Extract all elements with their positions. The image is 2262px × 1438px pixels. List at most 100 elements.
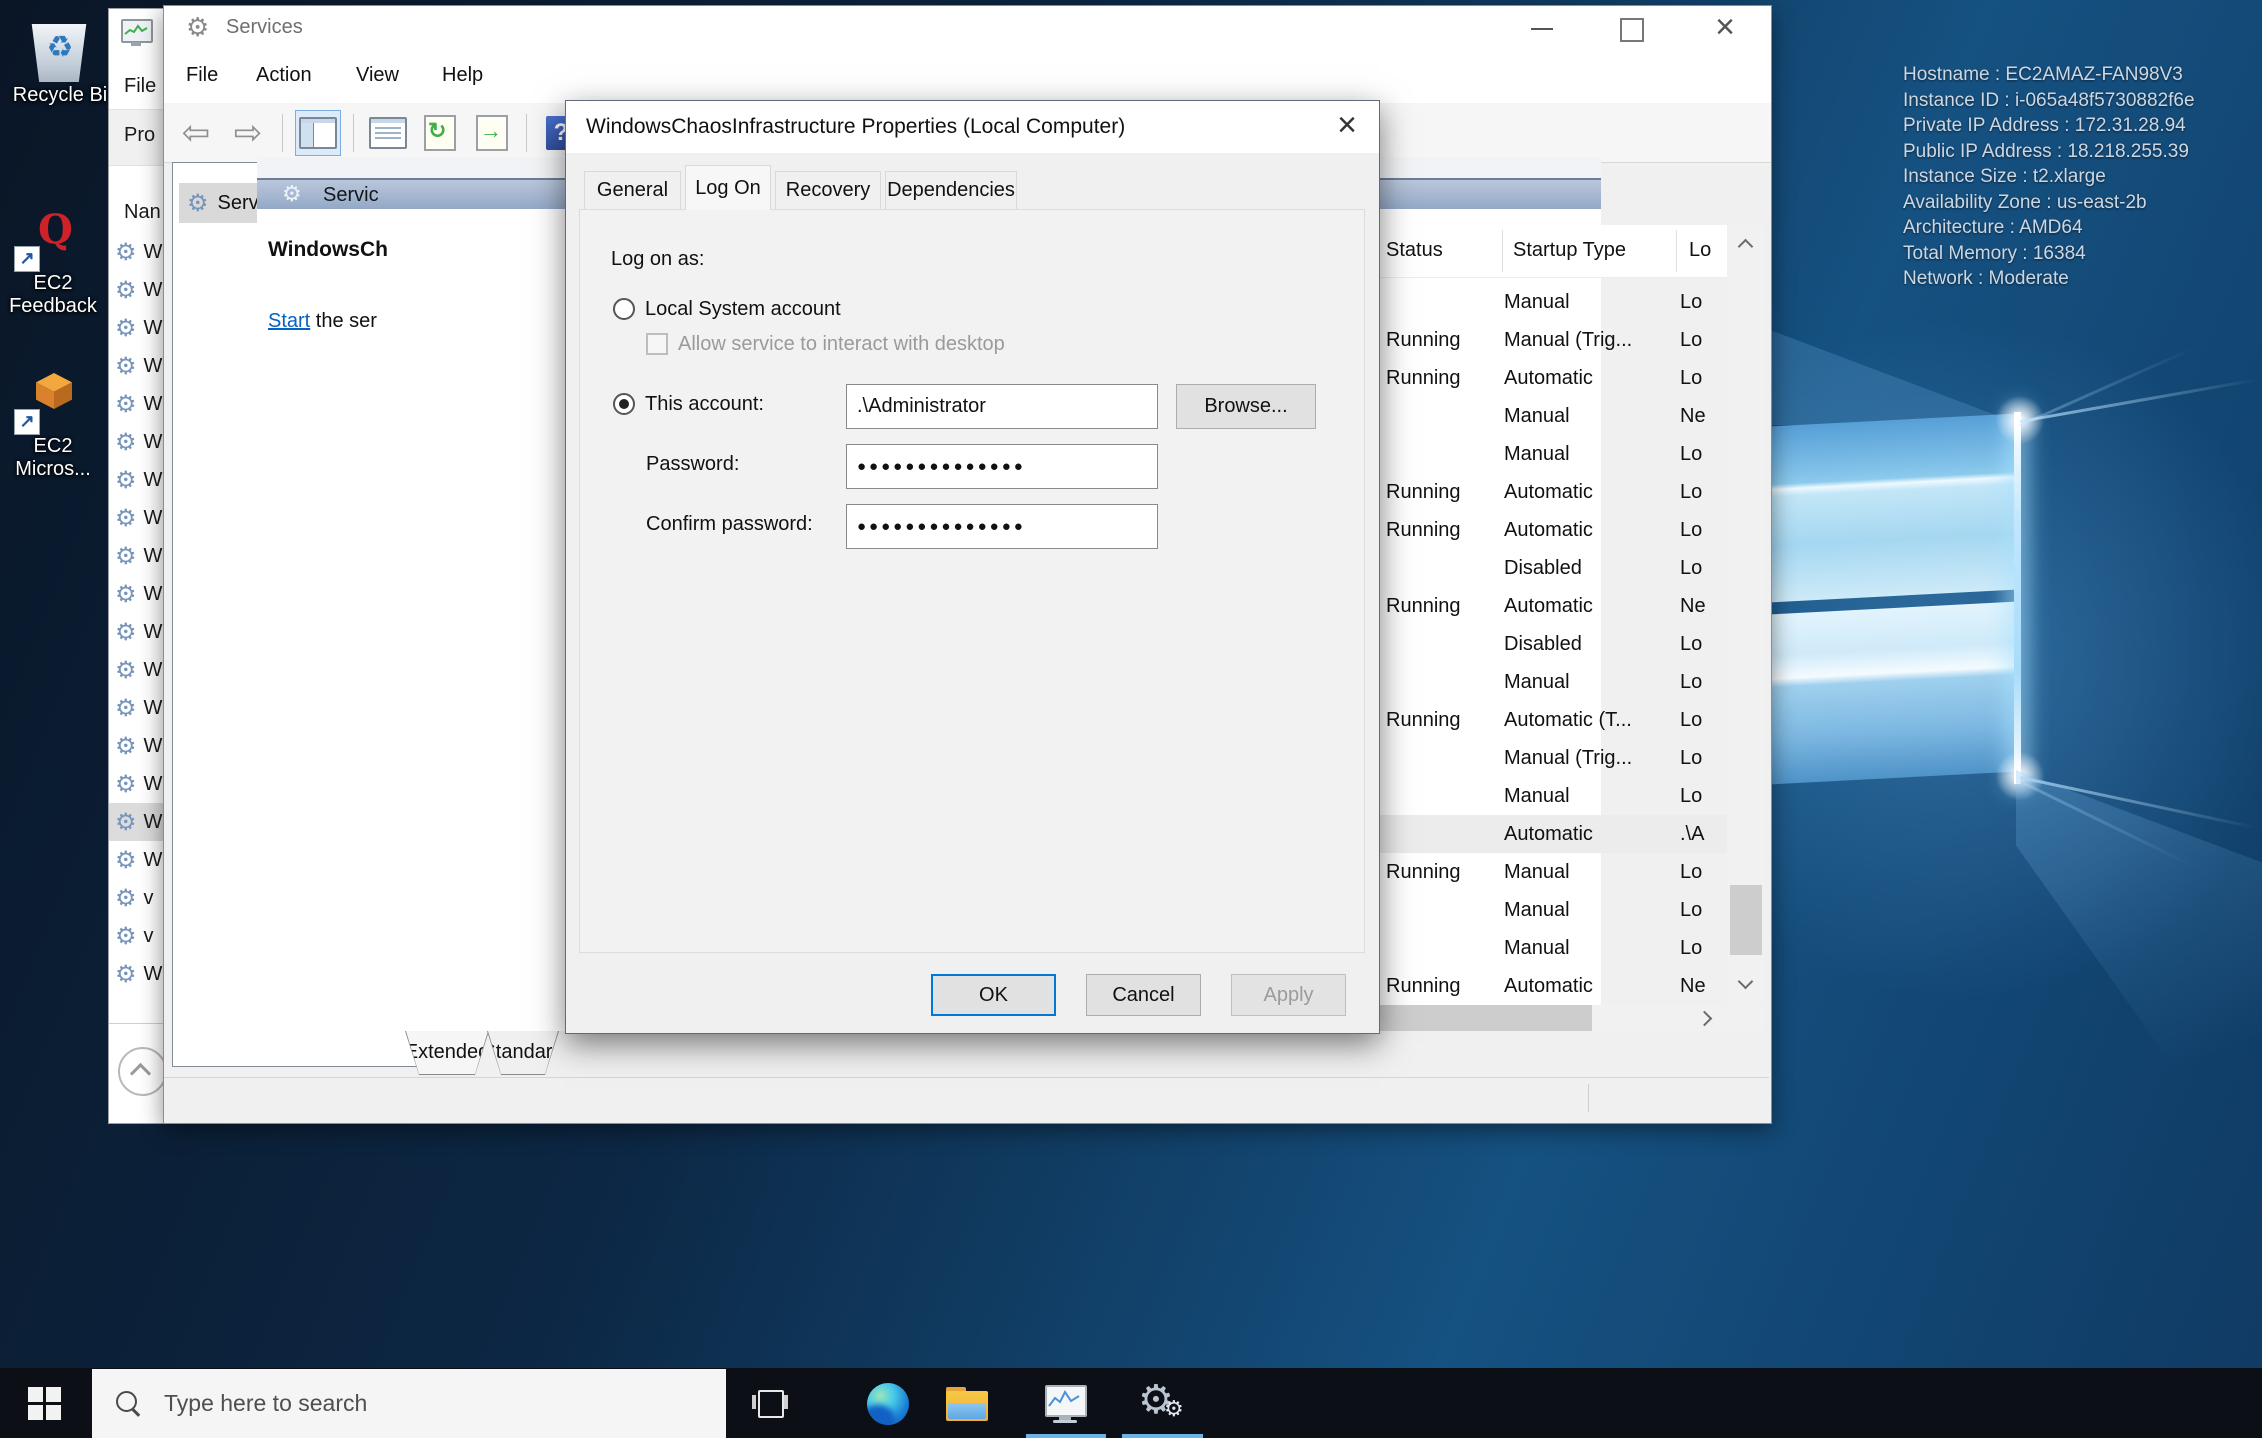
service-row[interactable]: ManualLo	[1377, 777, 1727, 815]
maximize-button[interactable]	[1603, 6, 1659, 51]
tab-general[interactable]: General	[584, 171, 681, 210]
cell-startup: Automatic	[1504, 595, 1680, 618]
cell-startup: Automatic	[1504, 519, 1680, 542]
column-separator[interactable]	[1502, 230, 1503, 272]
start-button[interactable]	[0, 1368, 92, 1438]
scroll-down-button[interactable]	[1728, 965, 1764, 1003]
dialog-close-button[interactable]: ×	[1319, 101, 1375, 153]
ok-button[interactable]: OK	[931, 974, 1056, 1016]
service-row[interactable]: RunningAutomaticNe	[1377, 967, 1727, 1005]
cell-startup: Automatic	[1504, 367, 1680, 390]
service-row[interactable]: ManualLo	[1377, 929, 1727, 967]
service-row[interactable]: RunningAutomaticLo	[1377, 511, 1727, 549]
cell-logon: Ne	[1680, 975, 1727, 998]
file-explorer-taskbar-button[interactable]	[944, 1381, 990, 1427]
performance-monitor-taskbar-button[interactable]	[1042, 1381, 1088, 1427]
service-row[interactable]: RunningAutomaticLo	[1377, 359, 1727, 397]
desktop-icon-ec2-feedback[interactable]: Q ↗ EC2 Feedback	[8, 210, 98, 318]
service-name-clipped: W	[144, 317, 163, 340]
horizontal-scrollbar[interactable]	[1377, 1005, 1727, 1031]
background-window-toolbar-text[interactable]: Pro	[124, 124, 155, 147]
export-list-button[interactable]: →	[470, 111, 514, 155]
column-header-startup[interactable]: Startup Type	[1513, 239, 1626, 262]
cell-logon: Lo	[1680, 747, 1727, 770]
desktop-icon-ec2-microsoft[interactable]: ↗ EC2 Micros...	[8, 373, 98, 481]
services-titlebar[interactable]: ⚙ Services ×	[164, 6, 1771, 51]
service-row[interactable]: RunningAutomaticLo	[1377, 473, 1727, 511]
service-row[interactable]: DisabledLo	[1377, 625, 1727, 663]
active-app-indicator	[1122, 1434, 1203, 1438]
browse-button[interactable]: Browse...	[1176, 384, 1316, 429]
service-gear-icon: ⚙	[115, 278, 137, 302]
ec2-feedback-label-2: Feedback	[8, 295, 98, 318]
menu-action[interactable]: Action	[256, 64, 312, 87]
service-row[interactable]: Automatic.\A	[1377, 815, 1727, 853]
service-row[interactable]: ManualLo	[1377, 663, 1727, 701]
service-row[interactable]: ManualLo	[1377, 891, 1727, 929]
back-button[interactable]: ⇦	[174, 111, 218, 155]
local-system-radio[interactable]	[613, 298, 635, 320]
column-separator[interactable]	[1676, 230, 1677, 272]
service-row[interactable]: ManualLo	[1377, 283, 1727, 321]
this-account-label[interactable]: This account:	[645, 393, 764, 416]
edge-taskbar-button[interactable]	[865, 1381, 911, 1427]
column-header-status[interactable]: Status	[1386, 239, 1443, 262]
apply-button[interactable]: Apply	[1231, 974, 1346, 1016]
service-name-clipped: W	[144, 545, 163, 568]
service-gear-icon: ⚙	[115, 620, 137, 644]
scroll-right-button[interactable]	[1687, 1005, 1725, 1031]
search-placeholder: Type here to search	[164, 1390, 367, 1417]
service-name-clipped: W	[144, 773, 163, 796]
start-service-link[interactable]: Start	[268, 310, 310, 332]
desktop-icon-recycle-bin[interactable]: ♻ Recycle Bi	[12, 22, 108, 107]
service-row[interactable]: RunningManual (Trig...Lo	[1377, 321, 1727, 359]
local-system-label[interactable]: Local System account	[645, 298, 841, 321]
forward-button[interactable]: ⇨	[226, 111, 270, 155]
minimize-button[interactable]	[1514, 6, 1570, 51]
wallpaper-pane-edge	[2014, 412, 2021, 784]
vertical-scrollbar[interactable]	[1728, 225, 1764, 1003]
menu-help[interactable]: Help	[442, 64, 483, 87]
task-view-button[interactable]	[752, 1386, 788, 1420]
service-gear-icon: ⚙	[115, 848, 137, 872]
password-input[interactable]: ●●●●●●●●●●●●●●	[846, 444, 1158, 489]
show-console-tree-button[interactable]	[295, 110, 341, 156]
dialog-titlebar[interactable]: WindowsChaosInfrastructure Properties (L…	[566, 101, 1379, 153]
tab-log-on[interactable]: Log On	[685, 165, 771, 210]
collapse-chevron-button[interactable]	[118, 1047, 167, 1096]
account-input[interactable]: .\Administrator	[846, 384, 1158, 429]
tab-extended[interactable]: Extended	[405, 1031, 489, 1075]
name-column-header[interactable]: Nan	[124, 201, 161, 224]
service-row[interactable]: ManualNe	[1377, 397, 1727, 435]
service-row[interactable]: ManualLo	[1377, 435, 1727, 473]
cancel-button[interactable]: Cancel	[1086, 974, 1201, 1016]
cell-logon: Lo	[1680, 443, 1727, 466]
services-taskbar-button[interactable]: ⚙⚙	[1138, 1381, 1184, 1427]
menu-file[interactable]: File	[186, 64, 218, 87]
service-row[interactable]: RunningAutomatic (T...Lo	[1377, 701, 1727, 739]
column-header-logon[interactable]: Lo	[1689, 239, 1711, 262]
tab-standard[interactable]: Standard	[487, 1031, 559, 1075]
this-account-radio[interactable]	[613, 393, 635, 415]
service-row[interactable]: RunningAutomaticNe	[1377, 587, 1727, 625]
shortcut-arrow-icon: ↗	[14, 409, 40, 435]
wallpaper-window-pane-upper	[1768, 413, 2018, 602]
service-row[interactable]: RunningManualLo	[1377, 853, 1727, 891]
refresh-button[interactable]: ↻	[418, 111, 462, 155]
properties-button[interactable]	[366, 111, 410, 155]
taskbar-search[interactable]: Type here to search	[92, 1369, 726, 1438]
cell-startup: Manual	[1504, 785, 1680, 808]
allow-desktop-checkbox[interactable]	[646, 333, 668, 355]
service-row[interactable]: DisabledLo	[1377, 549, 1727, 587]
close-button[interactable]: ×	[1697, 6, 1753, 51]
properties-dialog[interactable]: WindowsChaosInfrastructure Properties (L…	[565, 100, 1380, 1034]
service-row[interactable]: Manual (Trig...Lo	[1377, 739, 1727, 777]
horizontal-scroll-thumb[interactable]	[1377, 1005, 1592, 1031]
background-window-file-menu[interactable]: File	[124, 75, 156, 98]
tab-recovery[interactable]: Recovery	[775, 171, 881, 210]
vertical-scroll-thumb[interactable]	[1730, 885, 1762, 955]
confirm-password-input[interactable]: ●●●●●●●●●●●●●●	[846, 504, 1158, 549]
tab-dependencies[interactable]: Dependencies	[885, 171, 1017, 210]
scroll-up-button[interactable]	[1728, 225, 1764, 263]
menu-view[interactable]: View	[356, 64, 399, 87]
